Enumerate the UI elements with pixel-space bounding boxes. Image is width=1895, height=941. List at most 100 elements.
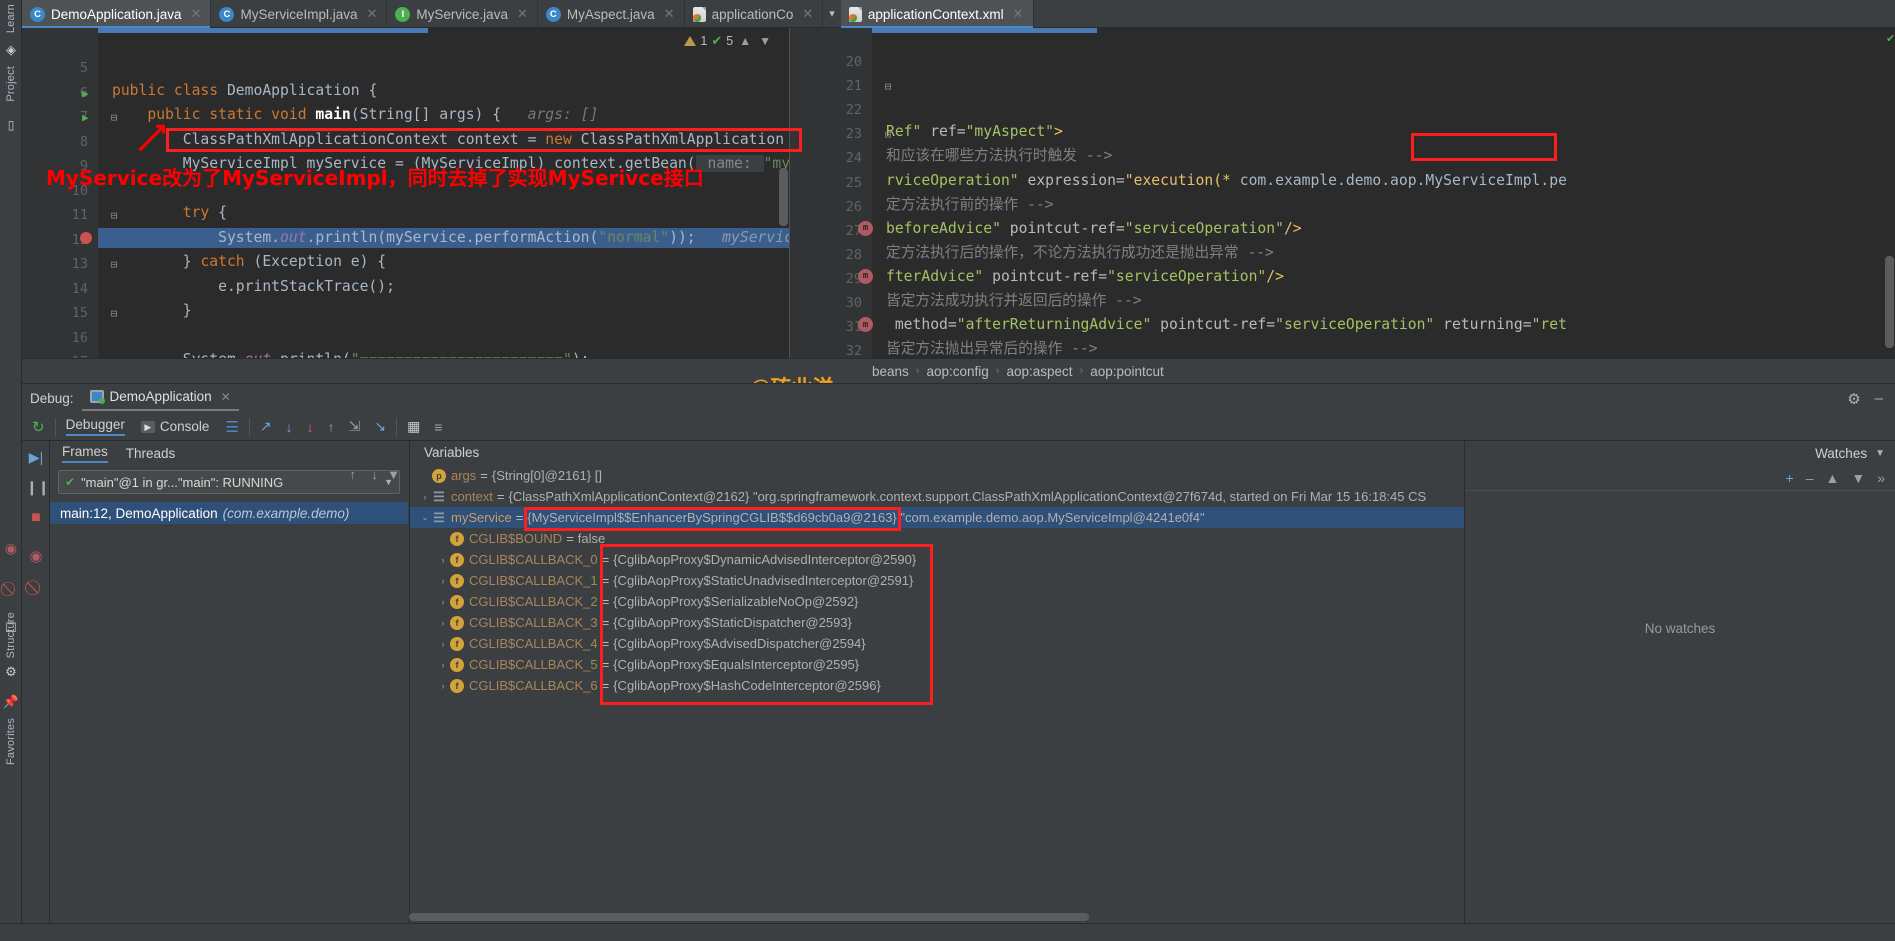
run-gutter-icon[interactable]: ▶ (82, 108, 89, 128)
project-structure-icon[interactable]: ◈ (2, 42, 20, 58)
expand-toggle-icon[interactable]: › (436, 639, 450, 649)
add-watch-icon[interactable]: + (1786, 470, 1794, 486)
prev-problem-button[interactable]: ▲ (737, 34, 753, 48)
step-into-icon[interactable]: ↓ (307, 419, 314, 435)
evaluate-expression-icon[interactable]: ▦ (407, 418, 420, 435)
next-problem-button[interactable]: ▼ (757, 34, 773, 48)
advice-gutter-icon[interactable]: m (858, 268, 873, 284)
variable-row[interactable]: › f CGLIB$CALLBACK_2 = {CglibAopProxy$Serial… (410, 591, 1464, 612)
code-line[interactable]: public static void main(String[] args) {… (112, 105, 598, 125)
expand-toggle-icon[interactable]: ⌄ (418, 512, 432, 523)
variable-row[interactable]: › f CGLIB$CALLBACK_4 = {CglibAopProxy$Advise… (410, 633, 1464, 654)
code-line[interactable]: } catch (Exception e) { (112, 252, 386, 272)
mute-breakpoints-icon[interactable]: ⃠ (26, 579, 46, 596)
expand-toggle-icon[interactable]: › (418, 492, 432, 502)
close-icon[interactable]: ✕ (664, 6, 675, 22)
code-line[interactable]: } (112, 301, 192, 321)
show-execution-point-icon[interactable]: ↗ (260, 418, 272, 435)
gear-icon[interactable]: ⚙ (2, 664, 20, 680)
step-out-icon[interactable]: ↑ (328, 419, 335, 435)
close-icon[interactable]: ✕ (191, 6, 202, 22)
close-icon[interactable]: ✕ (802, 6, 813, 22)
learn-label[interactable]: Learn (2, 4, 20, 36)
code-line[interactable]: System.out.println(myService.performActi… (112, 228, 789, 248)
frames-up-icon[interactable]: ↑ (350, 467, 357, 482)
code-line[interactable]: ClassPathXmlApplicationContext context =… (112, 130, 784, 150)
more-watches-icon[interactable]: » (1877, 470, 1885, 486)
stop-icon[interactable]: ■ (26, 509, 46, 527)
mute-breakpoints-icon[interactable]: ⃠ (2, 580, 20, 597)
code-line[interactable]: Ref" ref="myAspect"> (886, 122, 1063, 142)
run-gutter-icon[interactable]: ▶ (82, 84, 89, 104)
tab-console[interactable]: ▶ Console (140, 419, 209, 434)
editor-pane-xml[interactable]: 20 21 ⊟ 22 23 ⊟ Ref" ref="myAspect"> 24 和应该在哪些方法… (790, 28, 1895, 383)
chevron-down-icon[interactable]: ▼ (1875, 448, 1885, 459)
expand-toggle-icon[interactable]: › (436, 660, 450, 670)
force-step-into-icon[interactable]: ⇲ (349, 418, 361, 435)
tab-frames[interactable]: Frames (62, 444, 108, 463)
code-fold-icon[interactable]: ⊟ (882, 77, 894, 97)
editor-vertical-scrollbar-java[interactable] (779, 168, 788, 226)
variable-row[interactable]: › f CGLIB$CALLBACK_3 = {CglibAopProxy$Static… (410, 612, 1464, 633)
code-line[interactable]: fterAdvice" pointcut-ref="serviceOperati… (886, 267, 1284, 287)
sidebar-item-favorites[interactable]: Favorites (2, 718, 20, 768)
code-line[interactable]: 定方法执行后的操作，不论方法执行成功还是抛出异常 --> (886, 243, 1274, 263)
expand-toggle-icon[interactable]: › (436, 597, 450, 607)
variable-row[interactable]: ⌄ ☰ myService = {MyServiceImpl$$EnhancerBySp… (410, 507, 1464, 528)
sidebar-item-structure[interactable]: Structure (2, 612, 20, 661)
editor-tab-0[interactable]: C DemoApplication.java ✕ (22, 0, 212, 28)
frame-row[interactable]: main:12, DemoApplication (com.example.dem… (50, 502, 408, 524)
variable-row[interactable]: f CGLIB$BOUND = false (410, 528, 1464, 549)
code-content-java[interactable]: 5 6 ▶ public class DemoApplication {7 ▶ ⊟ pub… (22, 28, 789, 383)
code-line[interactable]: e.printStackTrace(); (112, 277, 395, 297)
move-watch-down-icon[interactable]: ▼ (1851, 470, 1865, 486)
breadcrumb-item-beans[interactable]: beans (872, 364, 909, 379)
breakpoint-icon[interactable] (80, 231, 92, 244)
breakpoint-rail-icon[interactable]: ◉ (2, 540, 20, 557)
step-over-icon[interactable]: ↓ (286, 419, 293, 435)
frames-list[interactable]: main:12, DemoApplication (com.example.dem… (50, 502, 408, 524)
variables-tree[interactable]: p args = {String[0]@2161} [] › ☰ context = {Clas… (410, 465, 1464, 696)
code-line[interactable]: try { (112, 203, 227, 223)
expand-toggle-icon[interactable]: › (436, 618, 450, 628)
resume-program-icon[interactable]: ▶| (26, 449, 46, 466)
code-line[interactable]: 定方法执行前的操作 --> (886, 195, 1054, 215)
remove-watch-icon[interactable]: – (1806, 470, 1814, 486)
close-icon[interactable]: ✕ (221, 390, 231, 404)
layout-icon[interactable]: ☰ (225, 418, 238, 436)
close-icon[interactable]: ✕ (367, 6, 378, 22)
variable-row[interactable]: p args = {String[0]@2161} [] (410, 465, 1464, 486)
expand-toggle-icon[interactable]: › (436, 576, 450, 586)
code-line[interactable]: 和应该在哪些方法执行时触发 --> (886, 146, 1112, 166)
rerun-icon[interactable]: ↻ (32, 418, 45, 436)
debug-session-tab[interactable]: DemoApplication ✕ (81, 386, 239, 411)
expand-toggle-icon[interactable]: › (436, 681, 450, 691)
close-icon[interactable]: ✕ (1013, 6, 1024, 22)
code-content-xml[interactable]: 20 21 ⊟ 22 23 ⊟ Ref" ref="myAspect"> 24 和应该在哪些方法… (790, 28, 1895, 383)
variable-row[interactable]: › f CGLIB$CALLBACK_1 = {CglibAopProxy$Static… (410, 570, 1464, 591)
minimize-icon[interactable]: – (1875, 390, 1883, 407)
expand-toggle-icon[interactable]: › (436, 555, 450, 565)
pause-program-icon[interactable]: ❙❙ (26, 479, 49, 496)
variable-row[interactable]: › f CGLIB$CALLBACK_6 = {CglibAopProxy$HashCo… (410, 675, 1464, 696)
code-line[interactable]: rviceOperation" expression="execution(* … (886, 171, 1567, 191)
view-breakpoints-icon[interactable]: ◉ (26, 547, 46, 565)
advice-gutter-icon[interactable]: m (858, 220, 873, 236)
advice-gutter-icon[interactable]: m (858, 317, 873, 333)
move-watch-up-icon[interactable]: ▲ (1825, 470, 1839, 486)
tab-threads[interactable]: Threads (126, 446, 176, 461)
editor-tab-1[interactable]: C MyServiceImpl.java ✕ (211, 0, 388, 28)
code-line[interactable]: method="afterReturningAdvice" pointcut-r… (886, 315, 1567, 335)
code-line[interactable]: public class DemoApplication { (112, 81, 377, 101)
tab-debugger[interactable]: Debugger (65, 417, 125, 436)
editor-tab-3[interactable]: C MyAspect.java ✕ (538, 0, 685, 28)
editor-pane-java[interactable]: 5 6 ▶ public class DemoApplication {7 ▶ ⊟ pub… (22, 28, 790, 383)
variable-row[interactable]: › f CGLIB$CALLBACK_0 = {CglibAopProxy$Dynami… (410, 549, 1464, 570)
bookmark-icon[interactable]: ▯ (2, 118, 20, 132)
variable-row[interactable]: › f CGLIB$CALLBACK_5 = {CglibAopProxy$Equals… (410, 654, 1464, 675)
breadcrumb-item-aop-config[interactable]: aop:config (926, 364, 988, 379)
editor-tab-5[interactable]: applicationContext.xml ✕ (840, 0, 1034, 28)
breadcrumb-item-aop-pointcut[interactable]: aop:pointcut (1090, 364, 1164, 379)
editor-vertical-scrollbar-xml[interactable] (1885, 256, 1894, 348)
breadcrumb-item-aop-aspect[interactable]: aop:aspect (1006, 364, 1072, 379)
